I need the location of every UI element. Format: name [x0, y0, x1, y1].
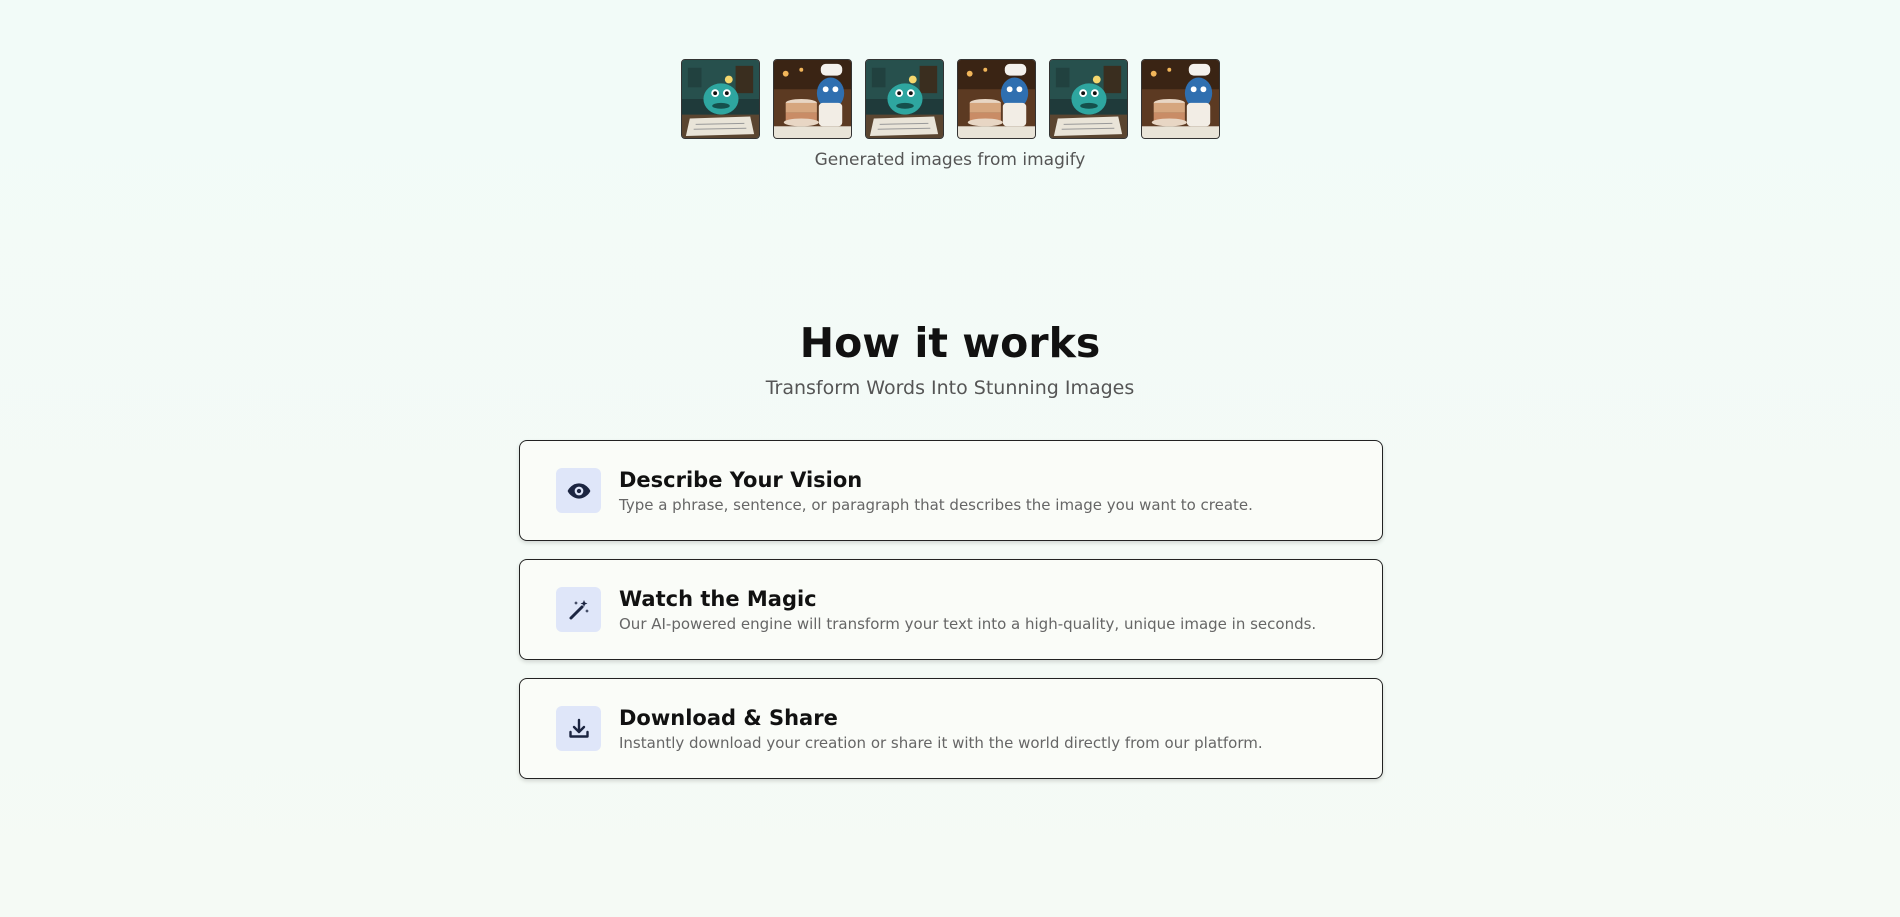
- generated-images-gallery: [0, 59, 1900, 139]
- how-it-works-subtitle: Transform Words Into Stunning Images: [765, 377, 1135, 399]
- gallery-thumbnail-2[interactable]: [772, 59, 852, 139]
- gallery-thumbnail-3[interactable]: [864, 59, 944, 139]
- step-title: Describe Your Vision: [619, 467, 863, 492]
- step-description: Instantly download your creation or shar…: [619, 733, 1263, 752]
- gallery-thumbnail-4[interactable]: [956, 59, 1036, 139]
- steps-list: Describe Your Vision Type a phrase, sent…: [519, 440, 1383, 797]
- step-text: Watch the Magic Our AI-powered engine wi…: [619, 585, 1316, 635]
- monster-chef-image: [1141, 60, 1219, 138]
- step-card-watch-magic[interactable]: Watch the Magic Our AI-powered engine wi…: [519, 559, 1383, 660]
- gallery-thumbnail-6[interactable]: [1140, 59, 1220, 139]
- step-card-describe-vision[interactable]: Describe Your Vision Type a phrase, sent…: [519, 440, 1383, 541]
- gallery-caption: Generated images from imagify: [814, 150, 1086, 170]
- monster-reading-image: [1049, 60, 1127, 138]
- eye-icon: [556, 468, 601, 513]
- step-title: Download & Share: [619, 705, 838, 730]
- monster-reading-image: [681, 60, 759, 138]
- monster-reading-image: [865, 60, 943, 138]
- gallery-thumbnail-1[interactable]: [680, 59, 760, 139]
- download-icon: [556, 706, 601, 751]
- monster-chef-image: [773, 60, 851, 138]
- magic-wand-icon: [556, 587, 601, 632]
- step-text: Describe Your Vision Type a phrase, sent…: [619, 466, 1253, 516]
- monster-chef-image: [957, 60, 1035, 138]
- gallery-thumbnail-5[interactable]: [1048, 59, 1128, 139]
- step-title: Watch the Magic: [619, 586, 817, 611]
- step-card-download-share[interactable]: Download & Share Instantly download your…: [519, 678, 1383, 779]
- step-text: Download & Share Instantly download your…: [619, 704, 1263, 754]
- step-description: Our AI-powered engine will transform you…: [619, 614, 1317, 633]
- step-description: Type a phrase, sentence, or paragraph th…: [619, 495, 1253, 514]
- how-it-works-title: How it works: [799, 319, 1101, 367]
